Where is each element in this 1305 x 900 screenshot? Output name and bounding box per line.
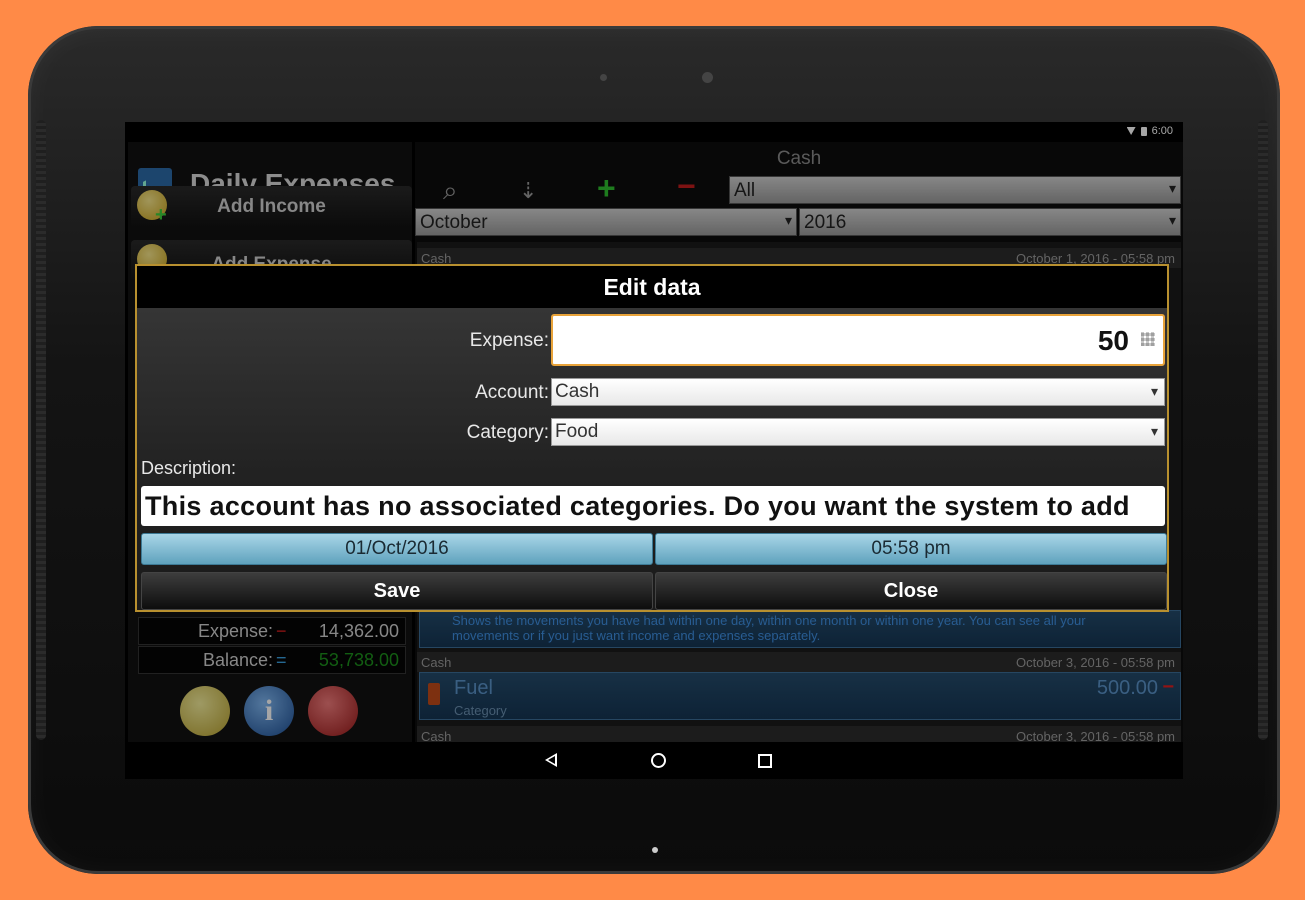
camera-lens bbox=[702, 72, 713, 83]
expense-input[interactable]: 50 bbox=[551, 314, 1165, 366]
microphone-dot bbox=[652, 847, 658, 853]
tablet-edge-right bbox=[1258, 120, 1268, 740]
navigation-bar bbox=[125, 742, 1183, 779]
category-select[interactable]: Food ▾ bbox=[551, 418, 1165, 446]
category-select-value: Food bbox=[555, 421, 599, 442]
description-input[interactable]: This account has no associated categorie… bbox=[141, 486, 1165, 526]
back-icon[interactable] bbox=[545, 753, 557, 767]
edit-data-dialog: Edit data Expense: 50 Account: Cash ▾ Ca… bbox=[135, 264, 1169, 612]
expense-value: 50 bbox=[1097, 325, 1129, 356]
time-picker-button[interactable]: 05:58 pm bbox=[655, 533, 1167, 565]
save-button[interactable]: Save bbox=[141, 572, 653, 610]
expense-label: Expense: bbox=[469, 330, 549, 351]
description-label: Description: bbox=[141, 458, 237, 478]
device-screen: 6:00 Daily Expenses + Add Income Add Exp… bbox=[125, 122, 1183, 779]
account-select-value: Cash bbox=[555, 381, 600, 402]
tablet-edge-left bbox=[36, 120, 46, 740]
calculator-icon[interactable] bbox=[1141, 332, 1155, 346]
close-button[interactable]: Close bbox=[655, 572, 1167, 610]
chevron-down-icon: ▾ bbox=[1150, 423, 1158, 439]
account-label: Account: bbox=[475, 382, 549, 403]
chevron-down-icon: ▾ bbox=[1150, 383, 1158, 399]
category-label: Category: bbox=[466, 422, 549, 443]
account-select[interactable]: Cash ▾ bbox=[551, 378, 1165, 406]
dialog-title: Edit data bbox=[137, 266, 1167, 308]
sensor-dot bbox=[600, 74, 607, 81]
date-picker-button[interactable]: 01/Oct/2016 bbox=[141, 533, 653, 565]
recent-apps-icon[interactable] bbox=[758, 754, 772, 768]
home-icon[interactable] bbox=[651, 753, 666, 768]
